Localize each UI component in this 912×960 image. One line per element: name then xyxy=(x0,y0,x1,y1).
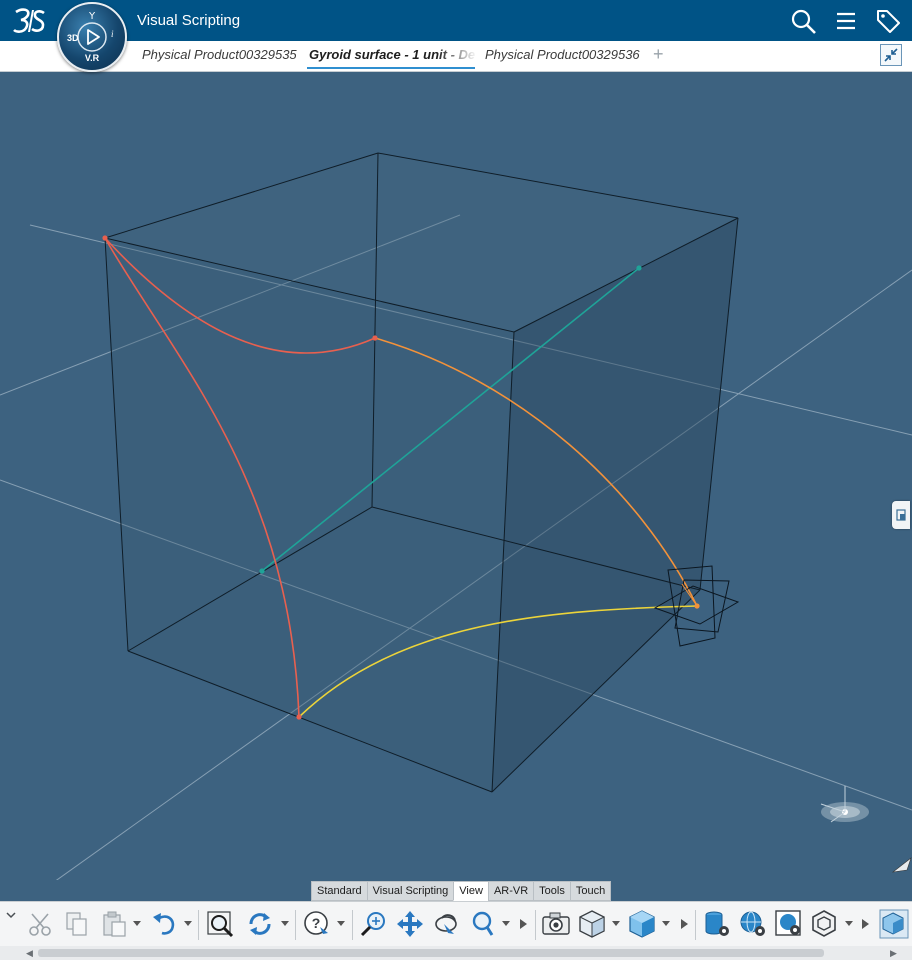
compass-button[interactable]: Y 3D i V.R xyxy=(57,2,127,72)
side-panel-handle[interactable] xyxy=(892,501,910,529)
undo-dropdown-icon[interactable] xyxy=(184,921,192,927)
tab-tools[interactable]: Tools xyxy=(533,881,571,901)
scrollbar-thumb[interactable] xyxy=(38,949,824,957)
zoom-area-icon[interactable] xyxy=(468,909,498,939)
cut-icon[interactable] xyxy=(26,909,56,939)
3ds-logo-icon[interactable] xyxy=(12,6,46,36)
svg-text:?: ? xyxy=(312,915,321,931)
more-tools-arrow-icon[interactable] xyxy=(520,919,528,929)
tab-standard[interactable]: Standard xyxy=(311,881,368,901)
collapse-button[interactable] xyxy=(880,44,902,66)
action-toolbar: ? xyxy=(0,901,912,947)
paste-dropdown-icon[interactable] xyxy=(133,921,141,927)
view-cube-icon[interactable] xyxy=(879,909,909,939)
menu-icon[interactable] xyxy=(832,8,860,34)
scroll-left-icon[interactable]: ◀ xyxy=(26,948,33,959)
zoom-fit-icon[interactable] xyxy=(205,909,235,939)
tab-visual-scripting[interactable]: Visual Scripting xyxy=(366,881,455,901)
tab-physical-product-2[interactable]: Physical Product00329536 xyxy=(485,47,640,62)
hexagon-icon[interactable] xyxy=(810,909,840,939)
document-tab-bar: Physical Product00329535 Gyroid surface … xyxy=(0,41,912,72)
cube-faces xyxy=(105,153,738,792)
rotate-dropdown-icon[interactable] xyxy=(281,921,289,927)
search-icon[interactable] xyxy=(790,8,818,34)
capture-icon[interactable] xyxy=(541,909,571,939)
copy-icon[interactable] xyxy=(62,909,92,939)
horizontal-scrollbar[interactable]: ◀ ▶ xyxy=(0,946,912,960)
mouse-pointer-icon xyxy=(891,857,912,873)
view-mode-icon[interactable] xyxy=(578,909,608,939)
tab-gyroid-surface[interactable]: Gyroid surface - 1 unit - De xyxy=(309,47,477,62)
toolbar-separator xyxy=(535,910,536,940)
compass-right-label: i xyxy=(111,29,114,39)
database-settings-icon[interactable] xyxy=(702,909,732,939)
collapse-arrows-icon xyxy=(884,48,898,62)
3d-viewport[interactable] xyxy=(0,72,912,880)
more-view-tools-arrow-icon[interactable] xyxy=(681,919,689,929)
chevron-down-icon[interactable] xyxy=(3,906,19,926)
undo-icon[interactable] xyxy=(150,909,180,939)
shading-dropdown-icon[interactable] xyxy=(662,921,670,927)
rotate-view-icon[interactable] xyxy=(432,909,462,939)
help-dropdown-icon[interactable] xyxy=(337,921,345,927)
shading-icon[interactable] xyxy=(628,909,658,939)
paste-icon[interactable] xyxy=(100,909,130,939)
tab-ar-vr[interactable]: AR-VR xyxy=(487,881,535,901)
help-icon[interactable]: ? xyxy=(302,909,332,939)
scroll-right-icon[interactable]: ▶ xyxy=(890,948,897,959)
image-settings-icon[interactable] xyxy=(774,909,804,939)
toolbar-separator xyxy=(295,910,296,940)
tag-icon[interactable] xyxy=(874,8,902,34)
hexagon-dropdown-icon[interactable] xyxy=(845,921,853,927)
toolbar-separator xyxy=(695,910,696,940)
more-settings-arrow-icon[interactable] xyxy=(862,919,870,929)
add-tab-button[interactable]: + xyxy=(653,44,664,65)
side-panel-icon xyxy=(896,509,906,521)
pan-icon[interactable] xyxy=(395,909,425,939)
tab-physical-product-1[interactable]: Physical Product00329535 xyxy=(142,47,297,62)
top-bar: Visual Scripting xyxy=(0,0,912,41)
app-title: Visual Scripting xyxy=(137,12,241,29)
toolbar-section-tabs: Standard Visual Scripting View AR-VR Too… xyxy=(311,881,612,901)
toolbar-separator xyxy=(198,910,199,940)
toolbar-separator xyxy=(352,910,353,940)
rotate-icon[interactable] xyxy=(245,909,275,939)
zoom-icon[interactable] xyxy=(359,909,389,939)
view-mode-dropdown-icon[interactable] xyxy=(612,921,620,927)
tab-view[interactable]: View xyxy=(453,881,489,901)
compass-top-label: Y xyxy=(88,11,96,22)
compass-left-label: 3D xyxy=(67,33,79,43)
zoom-dropdown-icon[interactable] xyxy=(502,921,510,927)
compass-bottom-label: V.R xyxy=(85,53,100,63)
globe-settings-icon[interactable] xyxy=(738,909,768,939)
tab-touch[interactable]: Touch xyxy=(569,881,612,901)
active-tab-indicator xyxy=(307,67,475,69)
